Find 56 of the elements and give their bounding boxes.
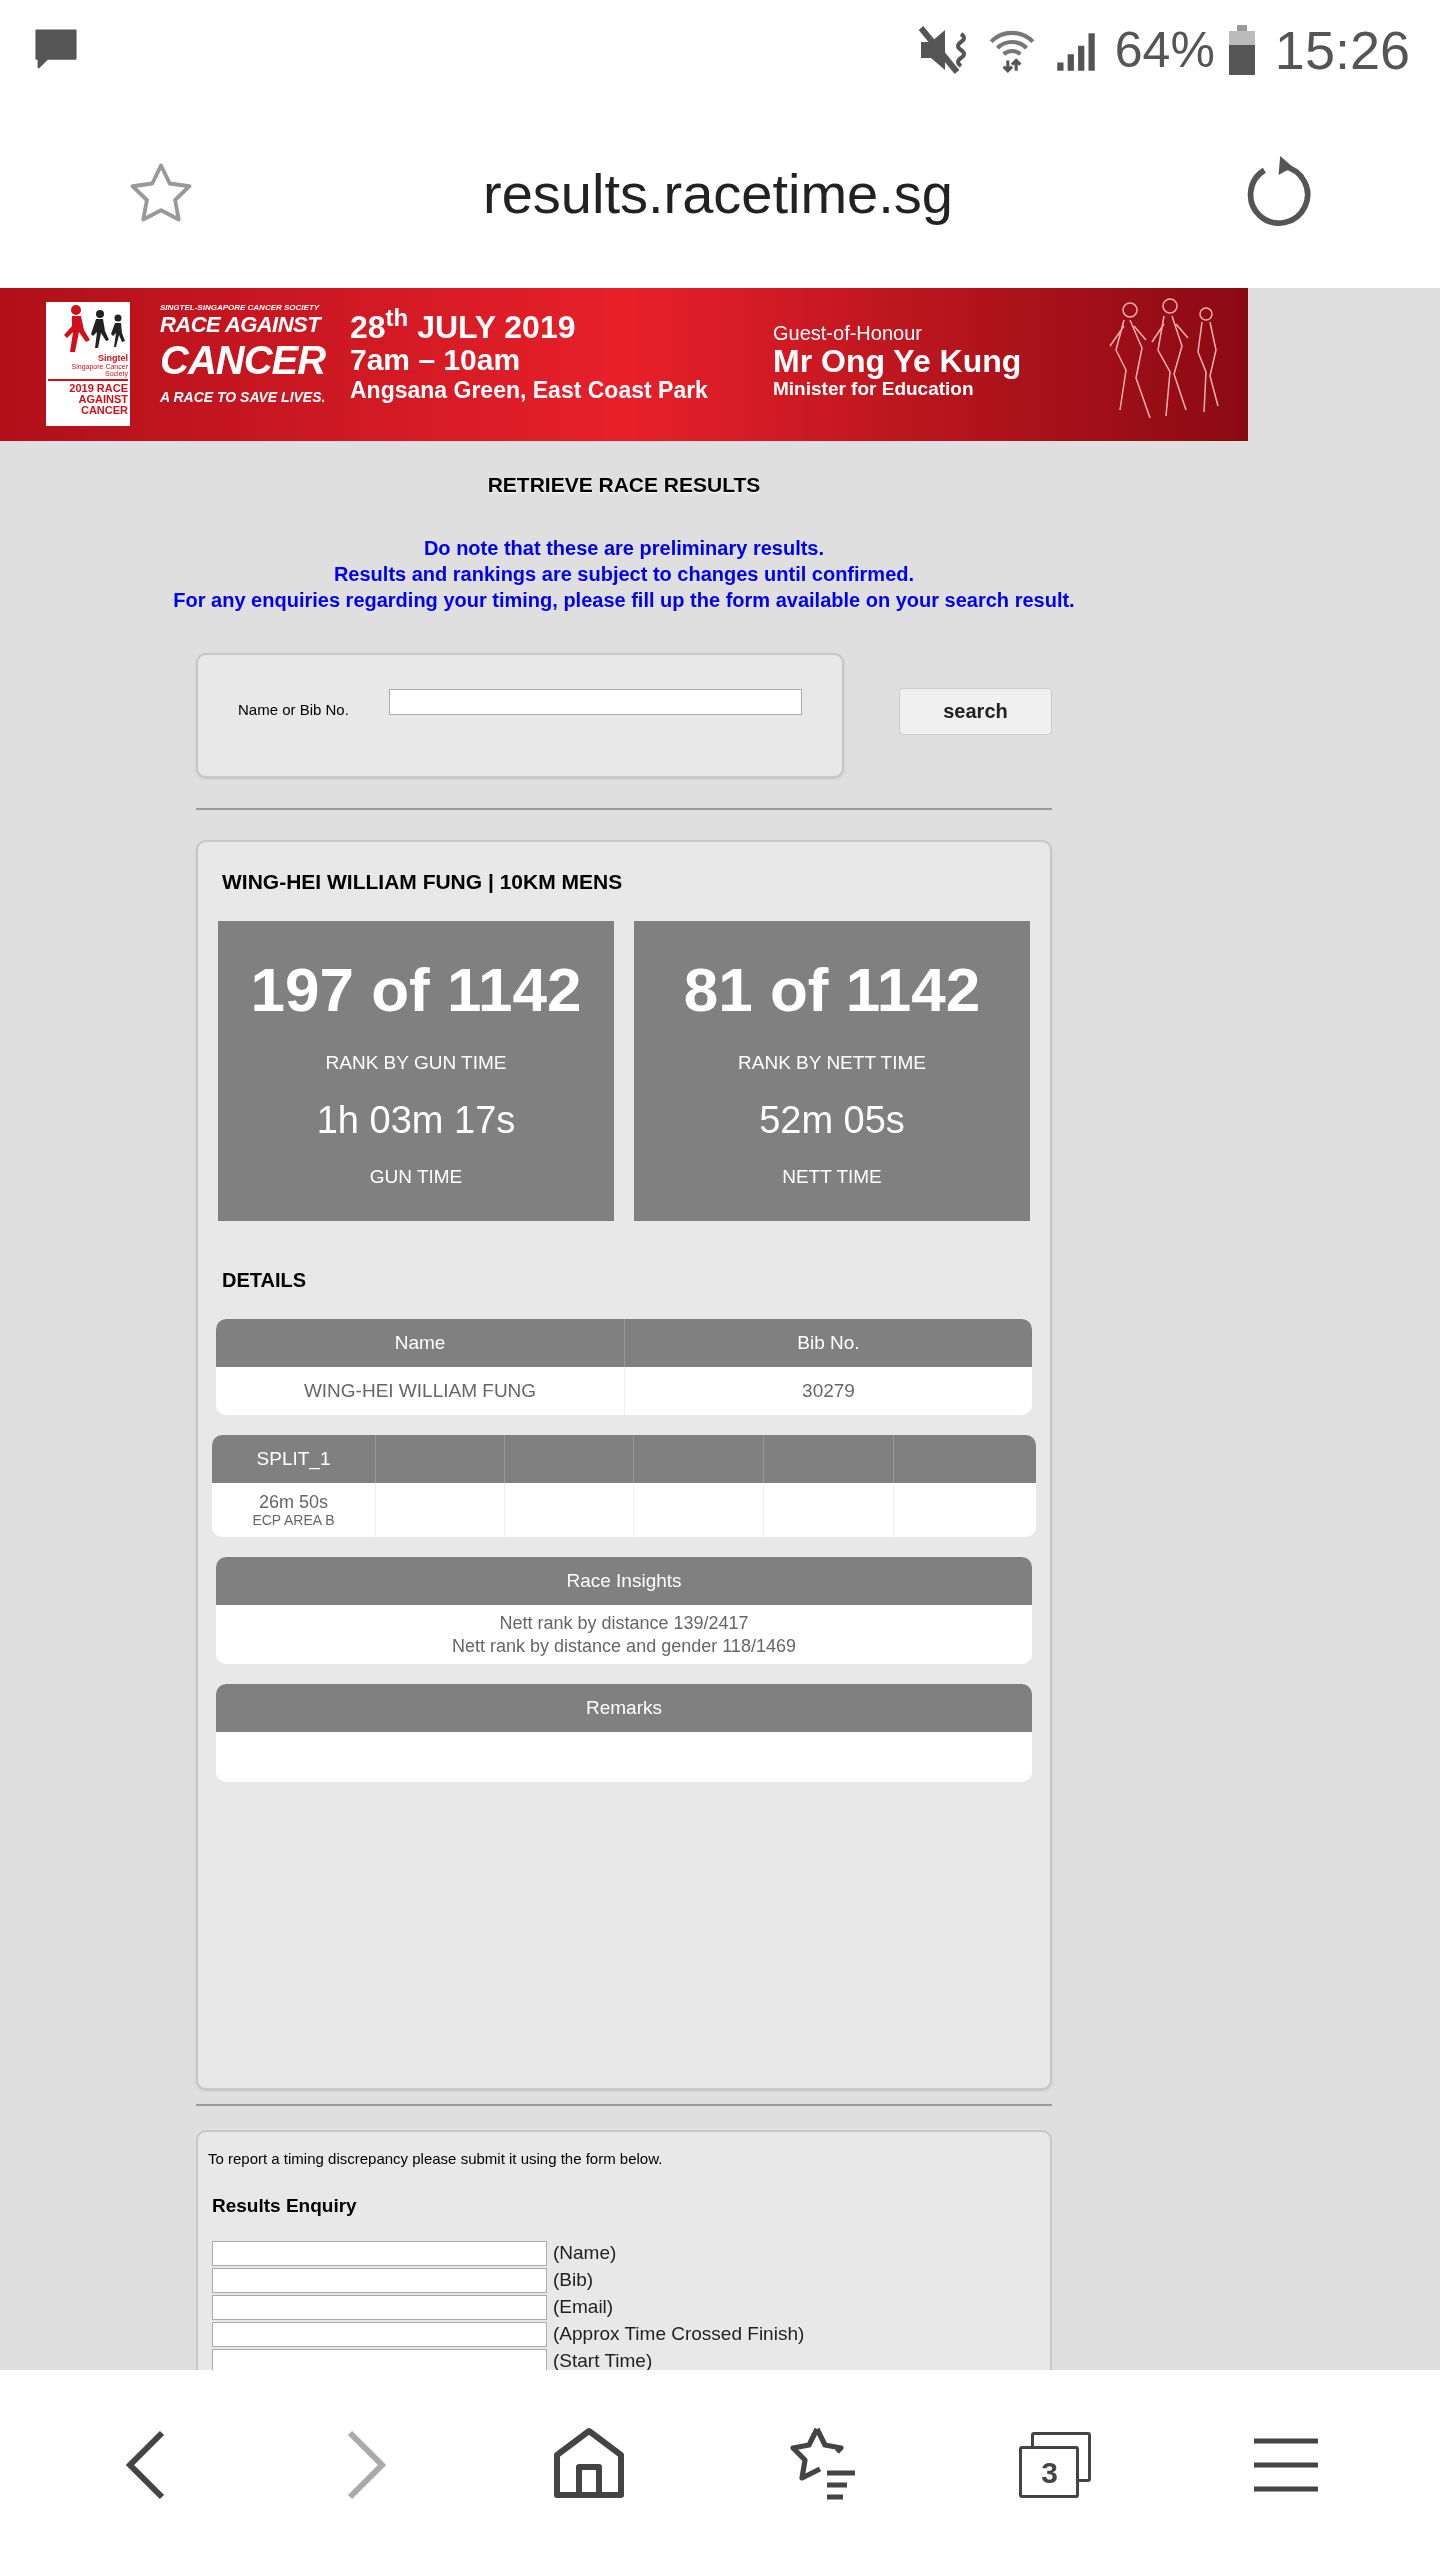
finish-time: 1h 03m 17s <box>316 1097 516 1143</box>
battery-icon <box>1228 25 1255 75</box>
time-label: GUN TIME <box>369 1164 463 1189</box>
race-hours: 7am – 10am <box>350 344 522 376</box>
input-field[interactable] <box>212 2294 547 2320</box>
field-label: (Start Time) <box>553 2348 653 2370</box>
battery-percentage: 64% <box>1114 25 1215 75</box>
guest-label: Guest-of-Honour <box>773 322 923 344</box>
field-label: (Bib) <box>553 2267 594 2292</box>
input-field[interactable] <box>212 2240 547 2266</box>
finish-time: 52m 05s <box>759 1097 905 1143</box>
time-label: NETT TIME <box>782 1164 882 1189</box>
notice-text: Do note that these are preliminary results. <box>423 535 825 561</box>
clock-time: 15:26 <box>1274 23 1410 77</box>
notice-text: For any enquiries regarding your timing, please fill up the form available on your search result. <box>173 587 1075 613</box>
enquiry-intro: To report a timing discrepancy please submit it using the form below. <box>208 2148 664 2169</box>
rank-label: RANK BY GUN TIME <box>325 1051 507 1075</box>
input-field[interactable] <box>212 2267 547 2293</box>
notice-text: Results and rankings are subject to changes until confirmed. <box>333 561 915 587</box>
result-title: WING-HEI WILLIAM FUNG | 10KM MENS <box>222 868 624 895</box>
details-heading: DETAILS <box>222 1268 308 1293</box>
race-date: 28$^{th}$ JULY 2019 <box>350 310 577 344</box>
field-label: (Email) <box>553 2294 614 2319</box>
guest-name: Mr Ong Ye Kung <box>773 344 1022 378</box>
input-field[interactable] <box>212 2348 547 2370</box>
runners-icon <box>62 304 128 354</box>
column-header: SPLIT_1 <box>255 1446 332 1472</box>
insight-text: Nett rank by distance 139/2417 <box>499 1611 749 1635</box>
split-location: ECP AREA B <box>252 1512 335 1528</box>
table-cell-text: WING-HEI WILLIAM FUNG <box>302 1378 538 1403</box>
field-label: (Approx Time Crossed Finish) <box>553 2321 805 2346</box>
column-header: Remarks <box>216 1684 1032 1732</box>
column-header: Name <box>393 1330 447 1355</box>
logo-title: 2019 RACE AGAINST CANCER <box>48 379 128 416</box>
search-button[interactable]: search <box>899 687 1052 735</box>
search-label: Name or Bib No. <box>238 699 349 720</box>
split-time: 26m 50s <box>258 1492 328 1512</box>
insight-text: Nett rank by distance and gender 118/1469 <box>452 1634 796 1658</box>
page-heading: RETRIEVE RACE RESULTS <box>487 472 761 498</box>
input-field[interactable] <box>212 2321 547 2347</box>
race-venue: Angsana Green, East Coast Park <box>350 376 708 404</box>
race-title: CANCER <box>160 338 326 382</box>
column-header: Race Insights <box>216 1557 1032 1605</box>
race-tagline: A RACE TO SAVE LIVES. <box>160 390 326 404</box>
logo-brand: Singtel <box>98 354 128 363</box>
enquiry-title: Results Enquiry <box>212 2194 358 2218</box>
rank-value: 81 of 1142 <box>683 959 981 1021</box>
guest-role: Minister for Education <box>773 378 974 400</box>
table-cell: 30279 <box>624 1367 1032 1415</box>
race-title: RACE AGAINST <box>160 312 321 338</box>
search-field[interactable] <box>388 688 802 715</box>
rank-label: RANK BY NETT TIME <box>738 1051 926 1075</box>
column-header: Bib No. <box>624 1319 1032 1367</box>
field-label: (Name) <box>553 2240 617 2265</box>
rank-value: 197 of 1142 <box>250 959 582 1021</box>
organiser-text: SINGTEL-SINGAPORE CANCER SOCIETY <box>160 304 320 312</box>
